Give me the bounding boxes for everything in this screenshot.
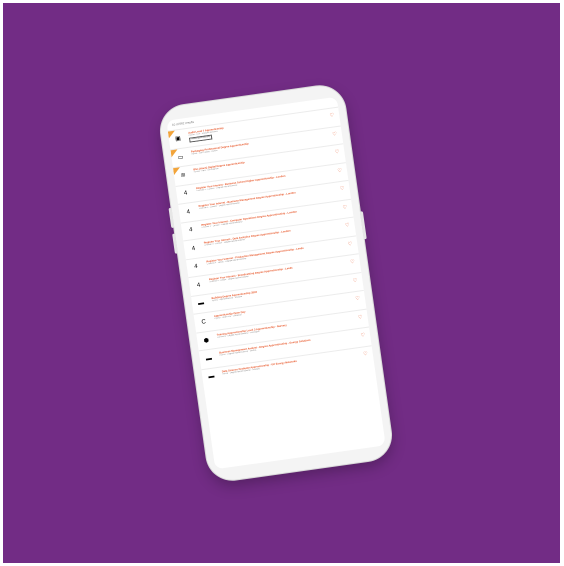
company-logo-icon: 4 [191,245,196,252]
heart-icon[interactable]: ♡ [329,112,334,119]
heart-icon[interactable]: ♡ [353,277,358,284]
company-logo-icon: ▬ [205,355,213,362]
company-logo-icon: C [201,318,207,326]
heart-icon[interactable]: ♡ [340,186,345,193]
heart-icon[interactable]: ♡ [337,167,342,174]
company-logo-icon: 4 [186,208,191,216]
heart-icon[interactable]: ♡ [332,131,337,138]
heart-icon[interactable]: ♡ [363,350,368,357]
heart-icon[interactable]: ♡ [358,314,363,321]
heart-icon[interactable]: ♡ [342,204,347,211]
heart-icon[interactable]: ♡ [345,222,350,229]
company-logo-icon: 4 [188,227,193,234]
company-logo-icon: 4 [196,282,201,289]
heart-icon[interactable]: ♡ [350,259,355,266]
heart-icon[interactable]: ♡ [360,332,365,339]
company-logo-icon: ▬ [208,373,215,381]
company-logo-icon: ≋ [180,172,187,180]
company-logo-icon: 4 [183,190,188,197]
company-logo-icon: ▬ [197,300,205,308]
results-list: ▣ Audit Level 7 Apprenticeship Hybrid · Ki… [167,106,375,388]
company-logo-icon: 4 [193,263,199,271]
company-logo-icon: ⬢ [203,337,210,345]
company-logo-icon: ▣ [174,135,182,143]
heart-icon[interactable]: ♡ [335,149,340,156]
heart-icon[interactable]: ♡ [347,241,352,248]
heart-icon[interactable]: ♡ [355,295,360,302]
stage: 10 of 662 results ▣ Audit Level 7 Apprent… [0,0,564,566]
company-logo-icon: ▭ [177,154,184,161]
